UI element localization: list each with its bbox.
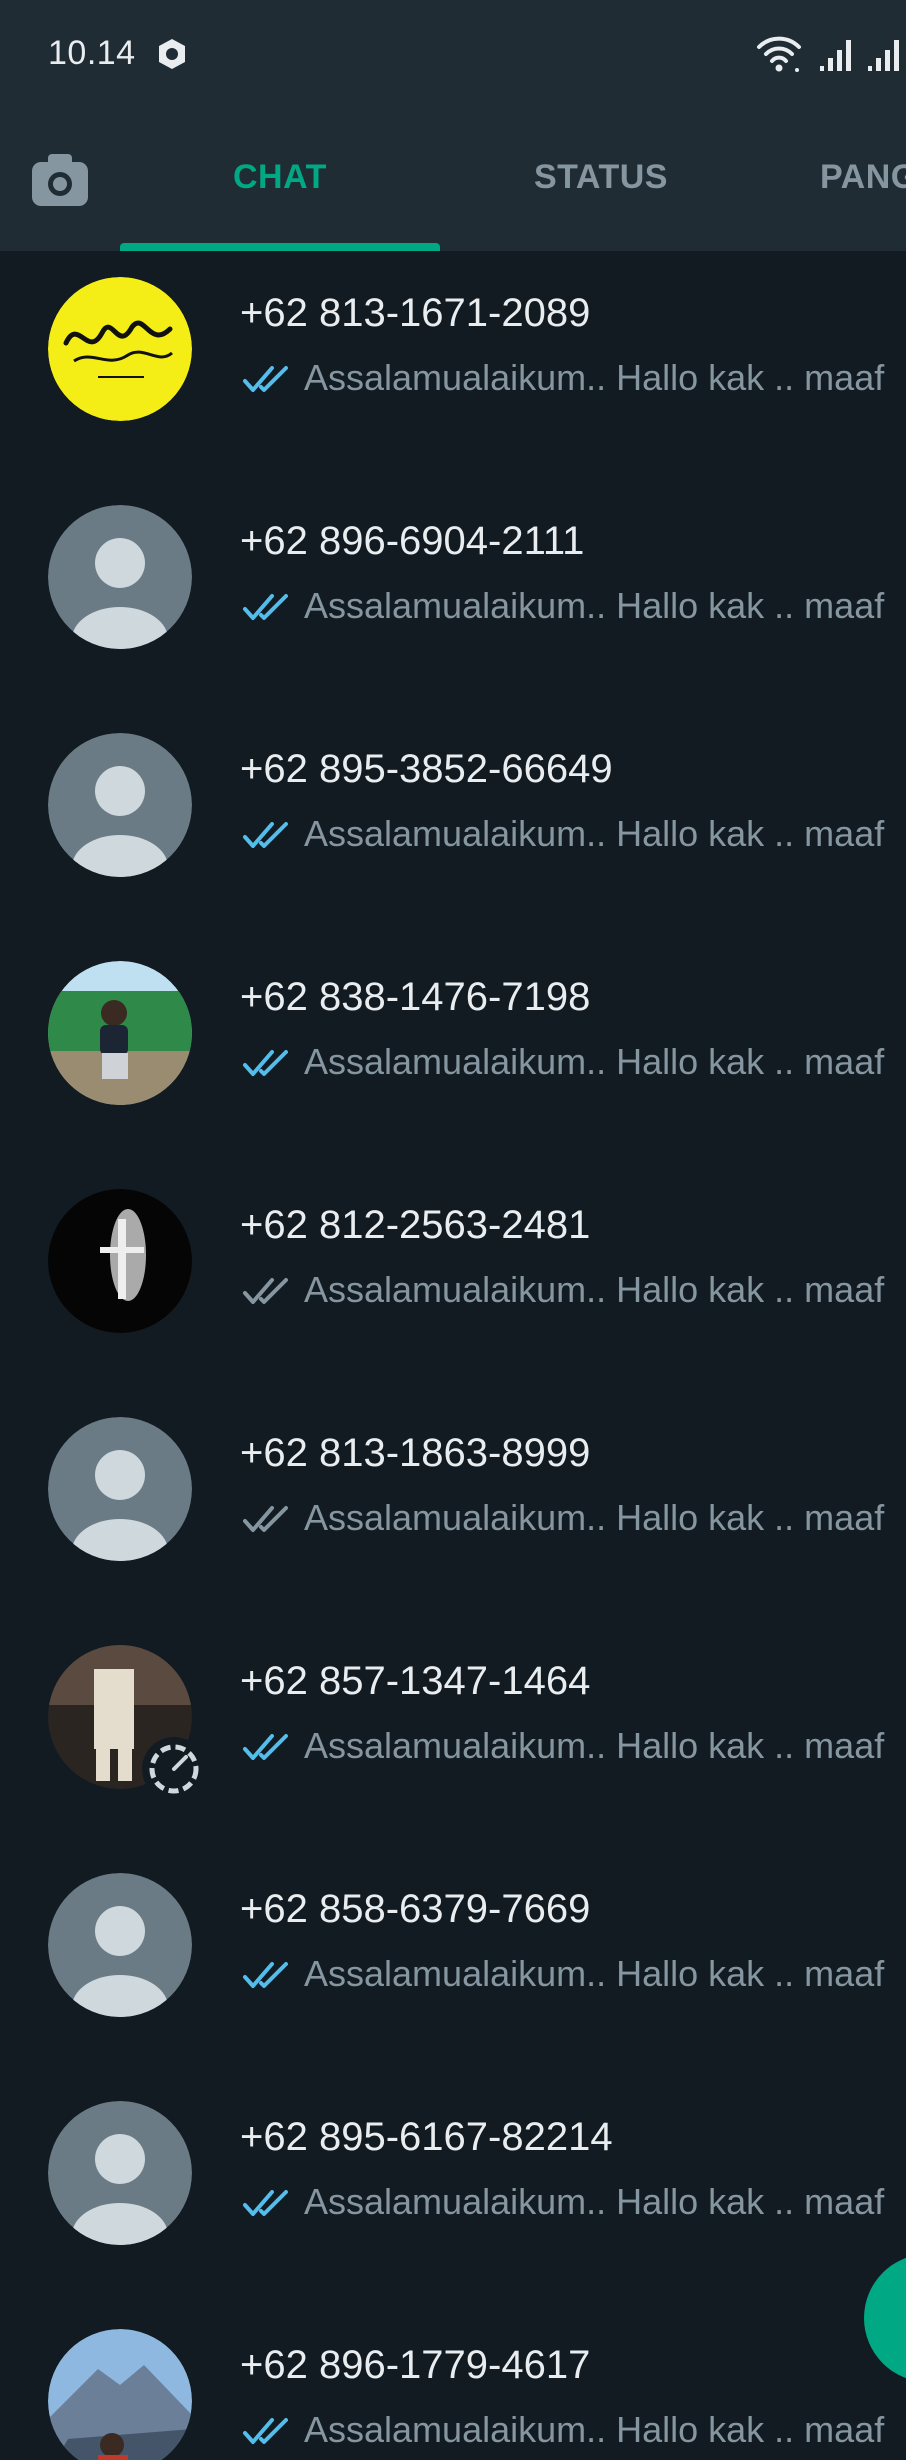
avatar[interactable] <box>48 505 192 649</box>
avatar[interactable] <box>48 961 192 1105</box>
chat-row[interactable]: +62 895-6167-82214 Assalamualaikum.. Hall… <box>0 2075 906 2303</box>
chat-list: +62 813-1671-2089 Assalamualaikum.. Hallo… <box>0 251 906 2460</box>
avatar[interactable] <box>48 2329 192 2460</box>
last-message-preview: Assalamualaikum.. Hallo kak .. maaf <box>240 1267 906 1317</box>
chat-name: +62 895-6167-82214 <box>240 2115 613 2159</box>
chat-row[interactable]: +62 813-1671-2089 Assalamualaikum.. Hallo… <box>0 251 906 479</box>
double-check-icon <box>243 1050 288 1076</box>
double-check-icon <box>243 1278 288 1304</box>
double-check-icon <box>243 1506 288 1532</box>
last-message-preview: Assalamualaikum.. Hallo kak .. maaf <box>240 1723 906 1773</box>
tab-status[interactable]: STATUS <box>534 158 668 197</box>
last-message-text: Assalamualaikum.. Hallo kak .. maaf <box>304 1269 885 1310</box>
double-check-icon <box>243 2190 288 2216</box>
last-message-preview: Assalamualaikum.. Hallo kak .. maaf <box>240 2179 906 2229</box>
avatar[interactable] <box>48 2101 192 2245</box>
chat-row[interactable]: +62 858-6379-7669 Assalamualaikum.. Hallo… <box>0 1847 906 2075</box>
double-check-icon <box>243 1962 288 1988</box>
avatar[interactable] <box>48 1873 192 2017</box>
chat-name: +62 857-1347-1464 <box>240 1659 591 1703</box>
tab-calls[interactable]: PANGGILAN <box>820 158 906 197</box>
chat-row[interactable]: +62 857-1347-1464 Assalamualaikum.. Hallo… <box>0 1619 906 1847</box>
chat-row[interactable]: +62 812-2563-2481 Assalamualaikum.. Hallo… <box>0 1163 906 1391</box>
chat-row[interactable]: +62 895-3852-66649 Assalamualaikum.. Hall… <box>0 707 906 935</box>
last-message-text: Assalamualaikum.. Hallo kak .. maaf <box>304 1041 885 1082</box>
last-message-preview: Assalamualaikum.. Hallo kak .. maaf <box>240 2407 906 2457</box>
avatar[interactable] <box>48 1417 192 1561</box>
double-check-icon <box>243 1734 288 1760</box>
avatar[interactable] <box>48 277 192 421</box>
chat-row[interactable]: +62 896-6904-2111 Assalamualaikum.. Hallo… <box>0 479 906 707</box>
chat-name: +62 812-2563-2481 <box>240 1203 591 1247</box>
last-message-text: Assalamualaikum.. Hallo kak .. maaf <box>304 2409 885 2450</box>
whatsapp-screen: 10.14 CHAT STATUS PANG +62 813-1671-2089… <box>0 0 906 2460</box>
last-message-text: Assalamualaikum.. Hallo kak .. maaf <box>304 1953 885 1994</box>
chat-row[interactable]: +62 813-1863-8999 Assalamualaikum.. Hallo… <box>0 1391 906 1619</box>
status-update-icon <box>142 1737 206 1801</box>
chat-name: +62 895-3852-66649 <box>240 747 613 791</box>
shield-icon <box>159 39 185 69</box>
last-message-preview: Assalamualaikum.. Hallo kak .. maaf <box>240 1495 906 1545</box>
last-message-preview: Assalamualaikum.. Hallo kak .. maaf <box>240 355 906 405</box>
chat-row[interactable]: +62 896-1779-4617 Assalamualaikum.. Hallo… <box>0 2303 906 2460</box>
chat-name: +62 896-1779-4617 <box>240 2343 591 2387</box>
wifi-icon <box>757 36 801 72</box>
last-message-text: Assalamualaikum.. Hallo kak .. maaf <box>304 813 885 854</box>
last-message-text: Assalamualaikum.. Hallo kak .. maaf <box>304 357 885 398</box>
chat-name: +62 896-6904-2111 <box>240 519 585 563</box>
chat-name: +62 813-1863-8999 <box>240 1431 591 1475</box>
avatar[interactable] <box>48 733 192 877</box>
chat-name: +62 813-1671-2089 <box>240 291 591 335</box>
last-message-preview: Assalamualaikum.. Hallo kak .. maaf <box>240 1039 906 1089</box>
signal-icon <box>868 40 899 71</box>
last-message-text: Assalamualaikum.. Hallo kak .. maaf <box>304 2181 885 2222</box>
chat-name: +62 858-6379-7669 <box>240 1887 591 1931</box>
last-message-text: Assalamualaikum.. Hallo kak .. maaf <box>304 1725 885 1766</box>
active-tab-indicator <box>120 243 440 251</box>
chat-row[interactable]: +62 838-1476-7198 Assalamualaikum.. Hallo… <box>0 935 906 1163</box>
last-message-preview: Assalamualaikum.. Hallo kak .. maaf <box>240 811 906 861</box>
last-message-preview: Assalamualaikum.. Hallo kak .. maaf <box>240 1951 906 2001</box>
app-header: 10.14 CHAT STATUS PANG <box>0 0 906 251</box>
avatar[interactable] <box>48 1189 192 1333</box>
signal-icon <box>820 40 851 71</box>
last-message-text: Assalamualaikum.. Hallo kak .. maaf <box>304 1497 885 1538</box>
camera-icon[interactable] <box>28 150 92 210</box>
chat-name: +62 838-1476-7198 <box>240 975 591 1019</box>
tab-chat[interactable]: CHAT <box>233 158 327 197</box>
last-message-text: Assalamualaikum.. Hallo kak .. maaf <box>304 585 885 626</box>
double-check-icon <box>243 366 288 392</box>
double-check-icon <box>243 594 288 620</box>
double-check-icon <box>243 822 288 848</box>
status-time: 10.14 <box>48 34 136 72</box>
status-bar: 10.14 <box>0 0 906 110</box>
double-check-icon <box>243 2418 288 2444</box>
last-message-preview: Assalamualaikum.. Hallo kak .. maaf <box>240 583 906 633</box>
